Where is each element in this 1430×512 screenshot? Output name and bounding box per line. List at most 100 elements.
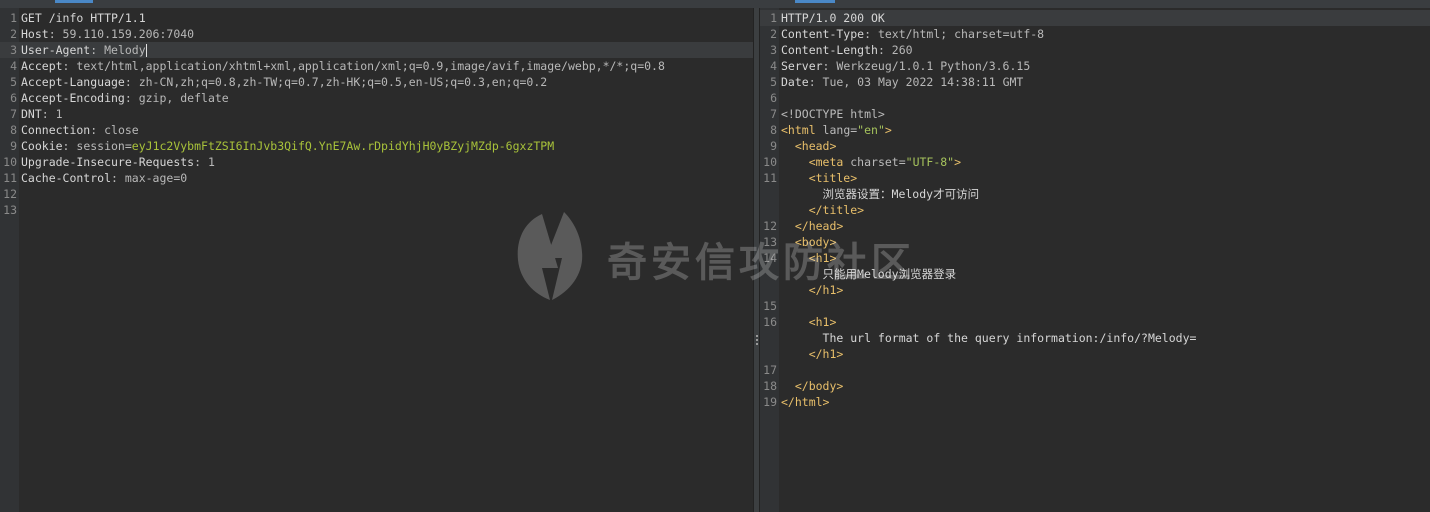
line-number: 6 <box>10 91 17 105</box>
response-line[interactable]: 18 </body> <box>760 378 1430 394</box>
line-content: Content-Length: 260 <box>781 42 913 58</box>
response-line[interactable]: 浏览器设置：Melody才可访问 <box>760 186 1430 202</box>
code-token: </body> <box>781 379 844 393</box>
code-token: <title> <box>781 171 858 185</box>
line-number: 1 <box>10 11 17 25</box>
line-content: </h1> <box>781 282 844 298</box>
code-token: Cache-Control <box>21 171 112 185</box>
code-token: Accept-Encoding <box>21 91 125 105</box>
line-number: 3 <box>770 43 777 57</box>
pane-splitter[interactable] <box>753 8 760 512</box>
response-line[interactable]: 14 <h1> <box>760 250 1430 266</box>
code-token: <head> <box>781 139 837 153</box>
line-number: 2 <box>10 27 17 41</box>
response-line[interactable]: The url format of the query information:… <box>760 330 1430 346</box>
response-tab-indicator[interactable] <box>795 0 835 3</box>
code-token: Accept <box>21 59 63 73</box>
request-line[interactable]: 6 Accept-Encoding: gzip, deflate <box>0 90 753 106</box>
line-number: 1 <box>770 11 777 25</box>
response-line[interactable]: 7 <!DOCTYPE html> <box>760 106 1430 122</box>
line-number: 12 <box>763 219 777 233</box>
line-number: 9 <box>770 139 777 153</box>
line-number: 6 <box>770 91 777 105</box>
code-token: Content-Type <box>781 27 865 41</box>
line-content: <h1> <box>781 250 837 266</box>
line-number: 8 <box>770 123 777 137</box>
line-content: <title> <box>781 170 857 186</box>
response-line[interactable]: 6 <box>760 90 1430 106</box>
response-line[interactable]: </title> <box>760 202 1430 218</box>
line-content: GET /info HTTP/1.1 <box>21 10 146 26</box>
request-editor[interactable]: 1 GET /info HTTP/1.1 2 Host: 59.110.159.206… <box>0 8 753 512</box>
response-line[interactable]: </h1> <box>760 346 1430 362</box>
request-line[interactable]: 2 Host: 59.110.159.206:7040 <box>0 26 753 42</box>
request-line[interactable]: 12 <box>0 186 753 202</box>
line-content: Accept: text/html,application/xhtml+xml,… <box>21 58 665 74</box>
line-number: 16 <box>763 315 777 329</box>
code-token: </title> <box>781 203 865 217</box>
request-line[interactable]: 5 Accept-Language: zh-CN,zh;q=0.8,zh-TW;q… <box>0 74 753 90</box>
request-line[interactable]: 11 Cache-Control: max-age=0 <box>0 170 753 186</box>
response-line[interactable]: 15 <box>760 298 1430 314</box>
response-line[interactable]: 16 <h1> <box>760 314 1430 330</box>
response-line[interactable]: 4 Server: Werkzeug/1.0.1 Python/3.6.15 <box>760 58 1430 74</box>
code-token: : 1 <box>41 107 63 121</box>
line-content: Accept-Encoding: gzip, deflate <box>21 90 229 106</box>
code-token: : zh-CN,zh;q=0.8,zh-TW;q=0.7,zh-HK;q=0.5… <box>124 75 548 89</box>
response-line[interactable]: 3 Content-Length: 260 <box>760 42 1430 58</box>
line-content: Host: 59.110.159.206:7040 <box>21 26 194 42</box>
splitter-grip-dot <box>756 339 758 341</box>
code-token: <html <box>781 123 823 137</box>
request-line[interactable]: 8 Connection: close <box>0 122 753 138</box>
response-line[interactable]: 10 <meta charset="UTF-8"> <box>760 154 1430 170</box>
request-line[interactable]: 7 DNT: 1 <box>0 106 753 122</box>
code-token: Upgrade-Insecure-Requests <box>21 155 195 169</box>
code-token: : 59.110.159.206:7040 <box>48 27 195 41</box>
line-content: Connection: close <box>21 122 139 138</box>
line-content: Cookie: session=eyJ1c2VybmFtZSI6InJvb3Qi… <box>21 138 554 154</box>
response-line[interactable]: 2 Content-Type: text/html; charset=utf-8 <box>760 26 1430 42</box>
response-line[interactable]: 1 HTTP/1.0 200 OK <box>760 10 1430 26</box>
code-token: 只能用Melody浏览器登录 <box>781 267 957 281</box>
request-line[interactable]: 13 <box>0 202 753 218</box>
code-token: > <box>884 123 892 137</box>
request-line[interactable]: 9 Cookie: session=eyJ1c2VybmFtZSI6InJvb3Q… <box>0 138 753 154</box>
top-toolbar-strip <box>0 0 1430 8</box>
splitter-grip-dot <box>756 335 758 337</box>
code-token: The url format of the query information:… <box>781 331 1197 345</box>
response-line[interactable]: 19 </html> <box>760 394 1430 410</box>
code-token: "en" <box>857 123 885 137</box>
request-tab-indicator[interactable] <box>55 0 93 3</box>
response-line[interactable]: 12 </head> <box>760 218 1430 234</box>
line-number: 7 <box>10 107 17 121</box>
response-line[interactable]: 5 Date: Tue, 03 May 2022 14:38:11 GMT <box>760 74 1430 90</box>
line-content: </h1> <box>781 346 844 362</box>
response-line[interactable]: 8 <html lang="en"> <box>760 122 1430 138</box>
request-line[interactable]: 3 User-Agent: Melody <box>0 42 753 58</box>
response-line[interactable]: </h1> <box>760 282 1430 298</box>
code-token: : gzip, deflate <box>124 91 229 105</box>
response-line[interactable]: 17 <box>760 362 1430 378</box>
response-line[interactable]: 只能用Melody浏览器登录 <box>760 266 1430 282</box>
splitter-grip-dot <box>756 343 758 345</box>
line-number: 13 <box>3 203 17 217</box>
code-token: GET /info HTTP/1.1 <box>21 11 146 25</box>
request-line[interactable]: 1 GET /info HTTP/1.1 <box>0 10 753 26</box>
response-line[interactable]: 11 <title> <box>760 170 1430 186</box>
line-content: Date: Tue, 03 May 2022 14:38:11 GMT <box>781 74 1023 90</box>
line-number: 15 <box>763 299 777 313</box>
code-token: Accept-Language <box>21 75 125 89</box>
line-content: <h1> <box>781 314 837 330</box>
request-line[interactable]: 4 Accept: text/html,application/xhtml+xml… <box>0 58 753 74</box>
request-line[interactable]: 10 Upgrade-Insecure-Requests: 1 <box>0 154 753 170</box>
code-token: > <box>954 155 962 169</box>
code-token: : max-age=0 <box>111 171 188 185</box>
line-number: 2 <box>770 27 777 41</box>
code-token: Server <box>781 59 823 73</box>
response-line[interactable]: 9 <head> <box>760 138 1430 154</box>
code-token: lang= <box>822 123 858 137</box>
response-line[interactable]: 13 <body> <box>760 234 1430 250</box>
response-editor[interactable]: 1 HTTP/1.0 200 OK 2 Content-Type: text/html… <box>760 8 1430 512</box>
code-token: <body> <box>781 235 837 249</box>
code-token: charset= <box>850 155 906 169</box>
